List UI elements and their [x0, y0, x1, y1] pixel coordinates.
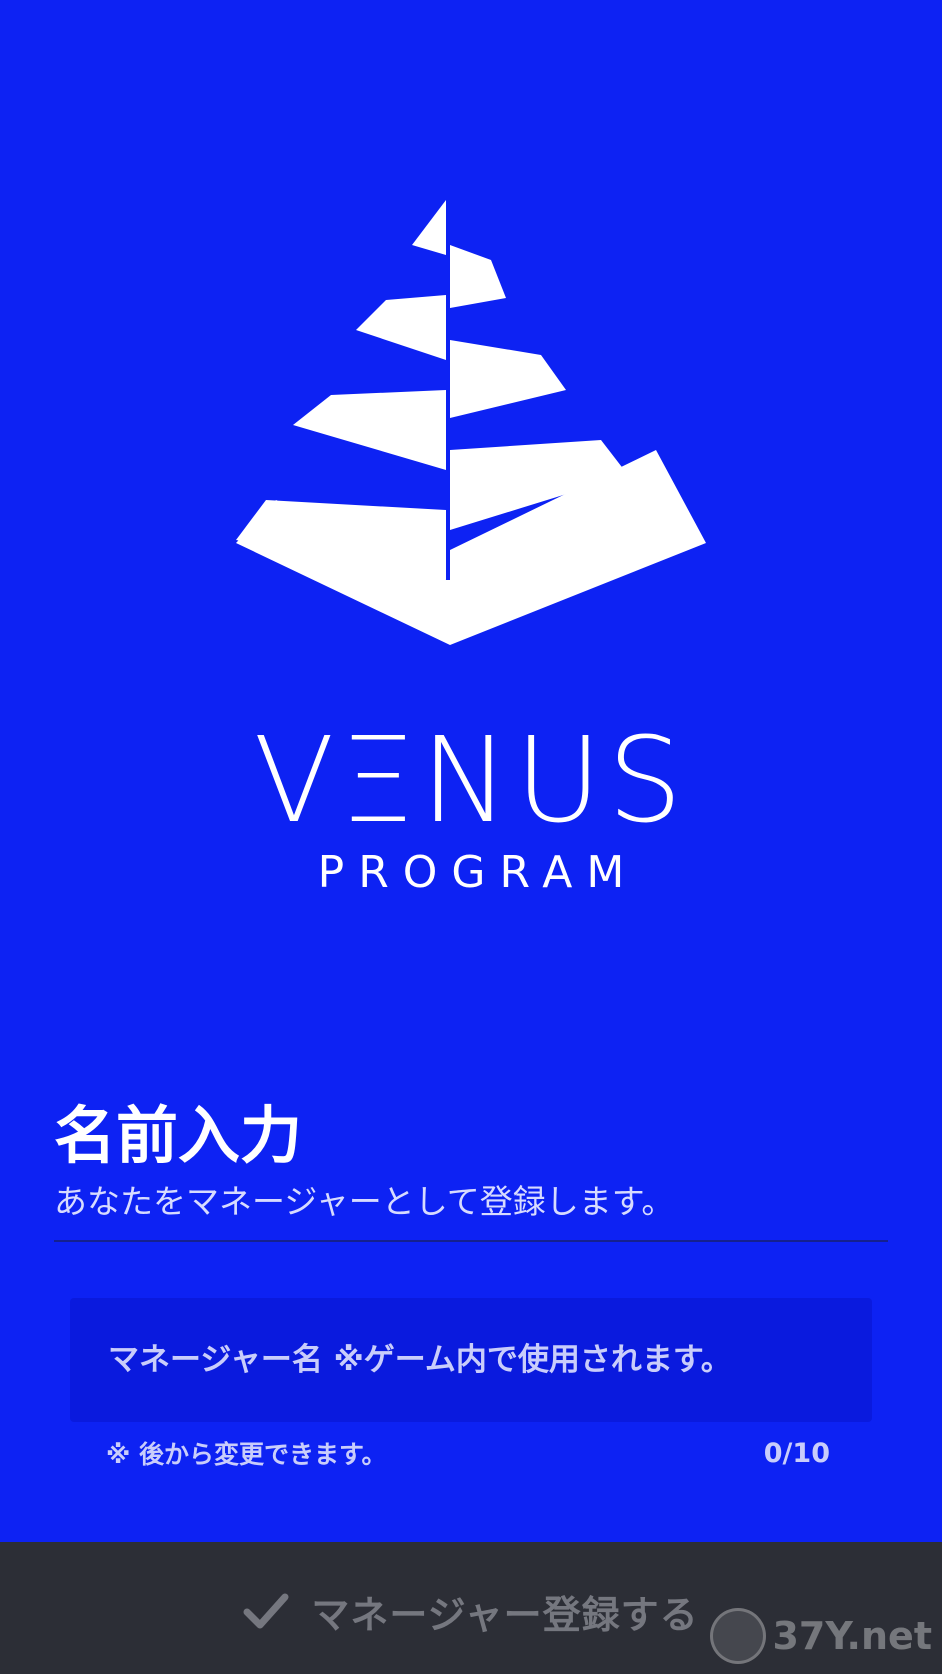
change-later-hint: ※ 後から変更できます。	[106, 1440, 387, 1469]
divider	[54, 1240, 888, 1242]
watermark: 37Y.net	[710, 1608, 932, 1664]
page-title: 名前入力	[54, 1099, 303, 1172]
brand-logo: VΞNUS PROGRAM	[0, 200, 942, 920]
watermark-logo-icon	[710, 1608, 767, 1664]
check-icon	[243, 1593, 289, 1629]
watermark-text: 37Y.net	[772, 1614, 932, 1658]
register-button-content: マネージャー登録する	[243, 1584, 698, 1639]
brand-name: VΞNUS	[253, 711, 689, 849]
character-counter: 0/10	[763, 1438, 830, 1469]
page-description: あなたをマネージャーとして登録します。	[54, 1182, 675, 1221]
register-button-label: マネージャー登録する	[311, 1592, 699, 1637]
pyramid-logo-icon	[236, 200, 706, 645]
manager-name-field[interactable]	[70, 1298, 872, 1422]
brand-subtitle: PROGRAM	[317, 847, 639, 898]
name-entry-screen: VΞNUS PROGRAM 名前入力 あなたをマネージャーとして登録します。 ※…	[0, 0, 942, 1674]
manager-name-input[interactable]	[106, 1341, 836, 1379]
